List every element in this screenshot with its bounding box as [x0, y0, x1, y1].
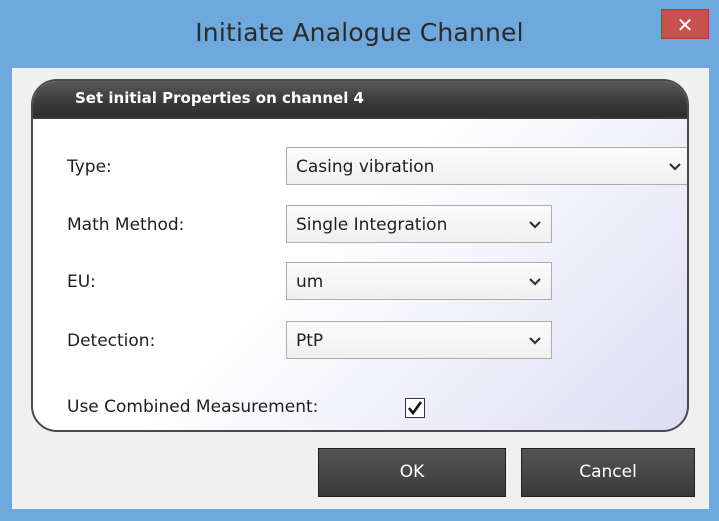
group-header: Set initial Properties on channel 4 — [33, 81, 687, 119]
chevron-down-icon — [529, 337, 541, 345]
math-method-label: Math Method: — [67, 215, 185, 235]
type-select[interactable]: Casing vibration — [286, 147, 687, 185]
math-method-select-value: Single Integration — [296, 215, 448, 235]
ok-button[interactable]: OK — [318, 448, 506, 497]
cancel-button[interactable]: Cancel — [521, 448, 695, 497]
type-label: Type: — [67, 157, 112, 177]
math-method-select[interactable]: Single Integration — [286, 205, 552, 243]
detection-select[interactable]: PtP — [286, 321, 552, 359]
title-bar[interactable]: Initiate Analogue Channel ✕ — [0, 0, 719, 74]
group-header-label: Set initial Properties on channel 4 — [75, 89, 364, 107]
window-title: Initiate Analogue Channel — [195, 18, 524, 47]
chevron-down-icon — [529, 278, 541, 286]
properties-group: Set initial Properties on channel 4 Type… — [31, 79, 689, 432]
eu-label: EU: — [67, 272, 96, 292]
detection-label: Detection: — [67, 331, 156, 351]
detection-select-value: PtP — [296, 331, 324, 351]
dialog-window: Initiate Analogue Channel ✕ Set initial … — [0, 0, 719, 521]
chevron-down-icon — [529, 221, 541, 229]
type-select-value: Casing vibration — [296, 157, 435, 177]
chevron-down-icon — [669, 163, 681, 171]
eu-select[interactable]: um — [286, 262, 552, 300]
checkmark-icon — [407, 401, 423, 416]
combined-measurement-checkbox[interactable] — [405, 398, 425, 418]
eu-select-value: um — [296, 272, 324, 292]
combined-measurement-label: Use Combined Measurement: — [67, 397, 319, 417]
dialog-client-area: Set initial Properties on channel 4 Type… — [12, 68, 709, 509]
close-button[interactable]: ✕ — [661, 9, 709, 39]
close-icon: ✕ — [676, 13, 694, 37]
